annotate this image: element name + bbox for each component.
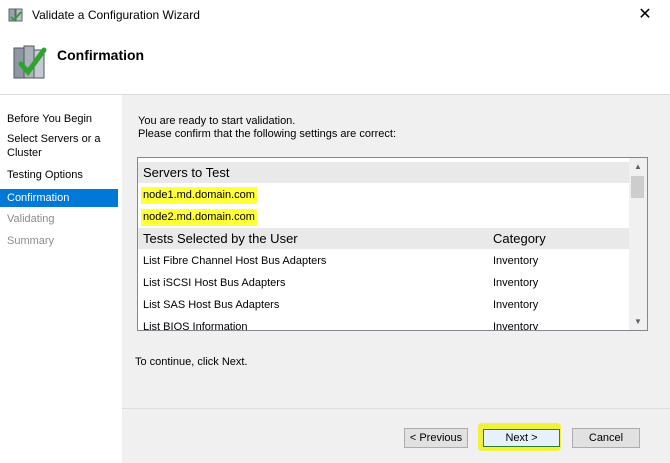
test-category: Inventory: [493, 321, 539, 331]
scroll-up-arrow-icon[interactable]: ▲: [629, 158, 647, 175]
close-icon: ✕: [638, 6, 652, 23]
server-checkmark-icon: [13, 45, 47, 79]
close-button[interactable]: ✕: [622, 0, 668, 30]
wizard-header: Confirmation: [0, 30, 670, 95]
servers-group-header: Servers to Test: [138, 162, 629, 183]
test-category: Inventory: [493, 255, 539, 267]
title-bar: Validate a Configuration Wizard ✕: [0, 0, 670, 30]
nav-item-validating: Validating: [7, 213, 55, 225]
nav-item-testing-options[interactable]: Testing Options: [0, 168, 118, 182]
category-header-label: Category: [493, 231, 546, 246]
nav-item-select-servers[interactable]: Select Servers or a Cluster: [0, 132, 118, 160]
tests-group-header: Tests Selected by the User Category: [138, 228, 629, 249]
scroll-thumb[interactable]: [631, 176, 644, 198]
list-item-test[interactable]: List BIOS Information Inventory: [138, 316, 629, 331]
test-category: Inventory: [493, 277, 539, 289]
nav-item-confirmation[interactable]: Confirmation: [0, 189, 118, 207]
test-name: List Fibre Channel Host Bus Adapters: [143, 255, 327, 267]
content-panel: You are ready to start validation. Pleas…: [122, 95, 670, 463]
next-button[interactable]: Next >: [478, 423, 561, 451]
list-item-test[interactable]: List iSCSI Host Bus Adapters Inventory: [138, 272, 629, 294]
list-item-test[interactable]: List Fibre Channel Host Bus Adapters Inv…: [138, 250, 629, 272]
next-button-label: Next >: [505, 432, 538, 444]
scroll-down-arrow-icon[interactable]: ▼: [629, 313, 647, 330]
page-title: Confirmation: [57, 47, 145, 63]
intro-line-1: You are ready to start validation.: [138, 115, 296, 127]
window-title: Validate a Configuration Wizard: [32, 8, 200, 22]
nav-item-before-you-begin[interactable]: Before You Begin: [0, 112, 118, 126]
button-bar: < Previous Next > Cancel: [122, 408, 670, 463]
tests-header-label: Tests Selected by the User: [143, 231, 298, 246]
intro-line-2: Please confirm that the following settin…: [138, 128, 397, 140]
nav-item-summary: Summary: [7, 235, 55, 247]
list-item-server-2[interactable]: node2.md.domain.com: [141, 209, 257, 226]
previous-button[interactable]: < Previous: [404, 428, 468, 448]
vertical-scrollbar[interactable]: ▲ ▼: [629, 158, 647, 330]
wizard-steps-nav: Before You Begin Select Servers or a Clu…: [0, 95, 122, 462]
test-name: List SAS Host Bus Adapters: [143, 299, 280, 311]
settings-list: Servers to Test node1.md.domain.com node…: [138, 158, 629, 330]
intro-text: You are ready to start validation. Pleas…: [138, 115, 396, 141]
test-name: List iSCSI Host Bus Adapters: [143, 277, 286, 289]
test-name: List BIOS Information: [143, 321, 248, 331]
cluster-wizard-icon: [8, 8, 23, 22]
list-item-test[interactable]: List SAS Host Bus Adapters Inventory: [138, 294, 629, 316]
test-category: Inventory: [493, 299, 539, 311]
servers-header-label: Servers to Test: [143, 165, 230, 180]
cancel-button[interactable]: Cancel: [572, 428, 640, 448]
list-item-server-1[interactable]: node1.md.domain.com: [141, 187, 257, 204]
settings-listbox[interactable]: Servers to Test node1.md.domain.com node…: [137, 157, 648, 331]
continue-instruction: To continue, click Next.: [135, 356, 248, 368]
